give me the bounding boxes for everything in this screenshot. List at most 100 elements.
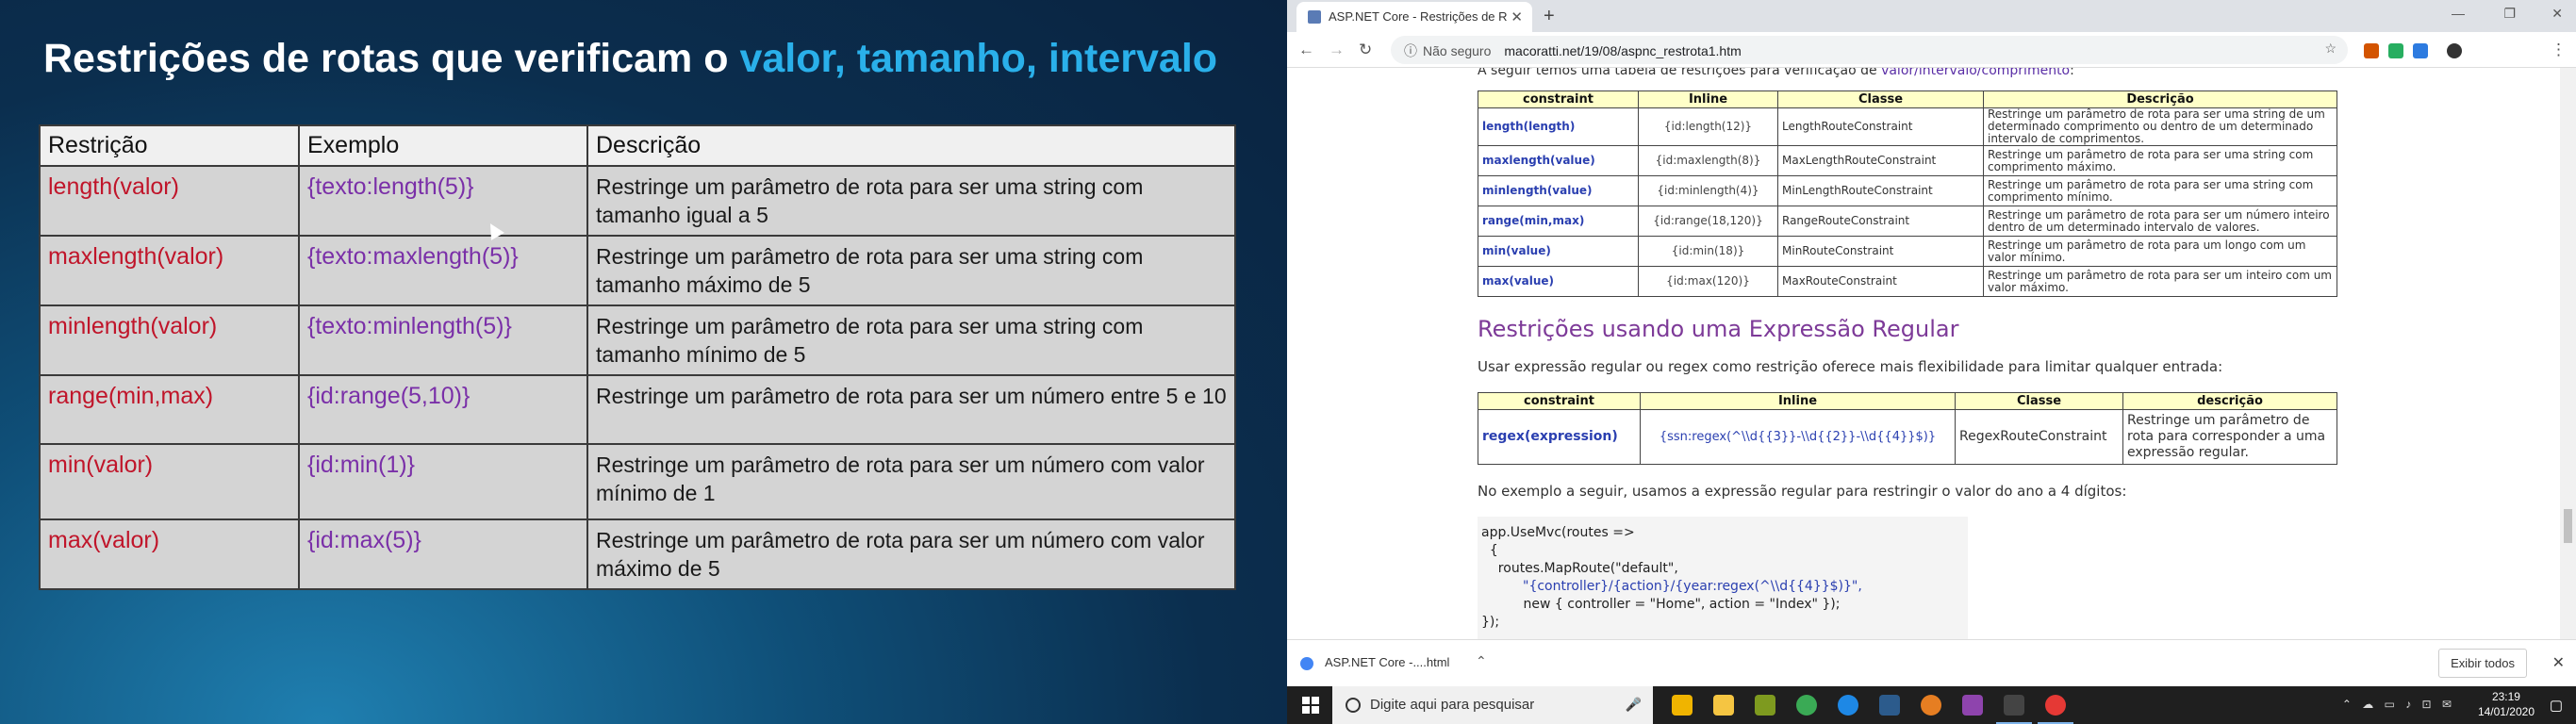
intro-link[interactable]: valor/intervalo/comprimento <box>1881 68 2070 78</box>
column-header: Classe <box>1777 90 1984 108</box>
chevron-up-icon[interactable]: ⌃ <box>1476 653 1487 669</box>
scrollbar-thumb[interactable] <box>2564 509 2572 543</box>
extension-check-icon[interactable] <box>2388 43 2403 58</box>
bookmark-star-icon[interactable]: ☆ <box>2324 41 2337 57</box>
table-header-row: Restrição Exemplo Descrição <box>39 124 1236 167</box>
description-cell: Restringe um parâmetro de rota para ser … <box>586 374 1236 445</box>
app-icon[interactable] <box>1838 695 1858 716</box>
windows-start-icon[interactable] <box>1302 697 1319 714</box>
code-line: app.UseMvc(routes => <box>1481 525 1635 540</box>
minimize-icon[interactable]: — <box>2452 6 2465 21</box>
restriction-cell: max(valor) <box>39 518 300 590</box>
cortana-icon <box>1346 698 1361 713</box>
address-bar[interactable]: ⓘ Não seguro macoratti.net/19/08/aspnc_res… <box>1391 36 2348 64</box>
class-cell: MinRouteConstraint <box>1777 236 1984 267</box>
table-row: min(value) {id:min(18)} MinRouteConstrai… <box>1478 236 2337 267</box>
column-header: Inline <box>1638 90 1778 108</box>
slide-title-text: Restrições de rotas que verificam o <box>43 36 740 81</box>
table-row: range(min,max) {id:range(5,10)} Restring… <box>39 374 1236 445</box>
new-tab-button[interactable]: + <box>1544 6 1555 27</box>
taskbar: Digite aqui para pesquisar 🎤 ⌃ ☁ ▭ ♪ ⊡ ✉… <box>1287 686 2576 724</box>
paragraph: Usar expressão regular ou regex como res… <box>1478 358 2223 375</box>
class-cell: MaxLengthRouteConstraint <box>1777 145 1984 176</box>
show-all-button[interactable]: Exibir todos <box>2438 649 2527 678</box>
intro-text: A seguir temos uma tabela de restrições … <box>1478 68 1882 78</box>
close-download-bar-icon[interactable]: ✕ <box>2552 653 2565 672</box>
translate-icon[interactable] <box>2413 43 2428 58</box>
app-icon[interactable] <box>1879 695 1900 716</box>
restrictions-table: Restrição Exemplo Descrição length(valor… <box>39 124 1236 590</box>
inline-cell: {ssn:regex(^\\d{{3}}-\\d{{2}}-\\d{{4}}$)… <box>1640 409 1956 465</box>
video-app-icon[interactable] <box>1996 695 2032 724</box>
close-tab-icon[interactable]: ✕ <box>1511 8 1523 25</box>
class-cell: LengthRouteConstraint <box>1777 107 1984 146</box>
description-cell: Restringe um parâmetro de rota para ser … <box>1983 107 2337 146</box>
constraint-cell: range(min,max) <box>1478 206 1639 237</box>
app-icon[interactable] <box>1921 695 1941 716</box>
store-icon[interactable] <box>1672 695 1693 716</box>
code-block: app.UseMvc(routes => { routes.MapRoute("… <box>1478 517 1968 639</box>
maximize-icon[interactable]: ❐ <box>2503 6 2516 22</box>
security-label: Não seguro <box>1423 43 1492 58</box>
regex-table: constraint Inline Classe descrição regex… <box>1478 392 2337 465</box>
menu-dots-icon[interactable]: ⋮ <box>2551 41 2567 59</box>
restriction-cell: range(min,max) <box>39 374 300 445</box>
class-cell: RangeRouteConstraint <box>1777 206 1984 237</box>
constraints-table: constraint Inline Classe Descrição lengt… <box>1478 90 2337 297</box>
table-row: length(valor) {texto:length(5)} Restring… <box>39 165 1236 237</box>
clock-time: 23:19 <box>2491 690 2520 703</box>
table-row: minlength(valor) {texto:minlength(5)} Re… <box>39 304 1236 376</box>
restriction-cell: maxlength(valor) <box>39 235 300 306</box>
inline-cell: {id:max(120)} <box>1638 266 1778 297</box>
code-line: routes.MapRoute("default", <box>1481 561 1678 576</box>
table-row: min(valor) {id:min(1)} Restringe um parâ… <box>39 443 1236 520</box>
notification-icon[interactable]: ▢ <box>2550 697 2563 714</box>
table-row: length(length) {id:length(12)} LengthRou… <box>1478 107 2337 146</box>
column-header: Exemplo <box>298 124 588 167</box>
column-header: Classe <box>1955 392 2123 410</box>
class-cell: MinLengthRouteConstraint <box>1777 175 1984 206</box>
app-icon[interactable] <box>1796 695 1817 716</box>
file-explorer-icon[interactable] <box>1713 695 1734 716</box>
description-cell: Restringe um parâmetro de rota para ser … <box>586 518 1236 590</box>
code-line: "{controller}/{action}/{year:regex(^\\d{… <box>1523 579 1862 594</box>
tab-title: ASP.NET Core - Restrições de R <box>1329 9 1508 24</box>
profile-avatar[interactable] <box>2447 43 2462 58</box>
inline-cell: {id:range(18,120)} <box>1638 206 1778 237</box>
class-cell: RegexRouteConstraint <box>1955 409 2123 465</box>
clock[interactable]: 23:19 14/01/2020 <box>2478 689 2535 719</box>
table-header-row: constraint Inline Classe descrição <box>1478 392 2337 410</box>
constraint-cell: maxlength(value) <box>1478 145 1639 176</box>
forward-icon[interactable]: → <box>1329 41 1345 59</box>
reload-icon[interactable]: ↻ <box>1359 41 1372 59</box>
scrollbar[interactable] <box>2560 68 2576 639</box>
intro-end: : <box>2070 68 2074 78</box>
chrome-icon[interactable] <box>2038 695 2073 724</box>
close-window-icon[interactable]: ✕ <box>2551 6 2563 22</box>
app-icon[interactable] <box>1755 695 1775 716</box>
column-header: descrição <box>2122 392 2337 410</box>
constraint-cell: max(value) <box>1478 266 1639 297</box>
info-icon[interactable]: ⓘ <box>1404 43 1417 58</box>
restriction-cell: length(valor) <box>39 165 300 237</box>
site-favicon-icon <box>1308 10 1321 24</box>
extension-icon[interactable] <box>2364 43 2379 58</box>
table-header-row: constraint Inline Classe Descrição <box>1478 90 2337 108</box>
presentation-slide: Restrições de rotas que verificam o valo… <box>0 0 1287 724</box>
constraint-cell: min(value) <box>1478 236 1639 267</box>
microphone-icon[interactable]: 🎤 <box>1626 697 1642 713</box>
column-header: constraint <box>1478 392 1641 410</box>
tray-icons[interactable]: ⌃ ☁ ▭ ♪ ⊡ ✉ <box>2342 698 2455 711</box>
back-icon[interactable]: ← <box>1298 41 1314 59</box>
description-cell: Restringe um parâmetro de rota para ser … <box>1983 206 2337 237</box>
download-item[interactable]: ASP.NET Core -....html <box>1300 655 1449 670</box>
browser-tab[interactable]: ASP.NET Core - Restrições de R ✕ <box>1296 2 1532 32</box>
constraint-cell: minlength(value) <box>1478 175 1639 206</box>
inline-cell: {id:maxlength(8)} <box>1638 145 1778 176</box>
taskbar-search[interactable]: Digite aqui para pesquisar 🎤 <box>1332 686 1653 724</box>
description-cell: Restringe um parâmetro de rota para ser … <box>1983 145 2337 176</box>
column-header: Descrição <box>1983 90 2337 108</box>
visual-studio-icon[interactable] <box>1962 695 1983 716</box>
example-cell: {texto:minlength(5)} <box>298 304 588 376</box>
inline-cell: {id:length(12)} <box>1638 107 1778 146</box>
